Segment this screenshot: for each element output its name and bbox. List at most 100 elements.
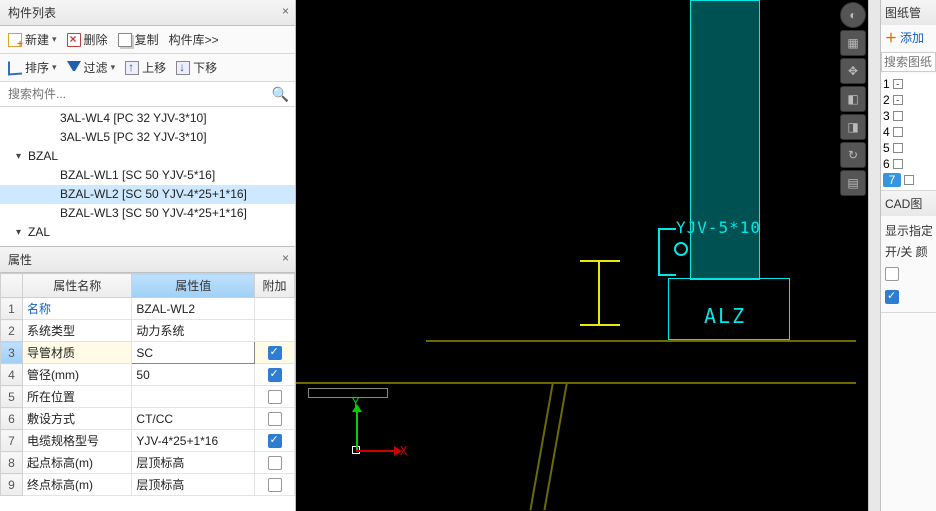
prop-extra[interactable]: [255, 430, 295, 452]
expand-icon[interactable]: [904, 175, 914, 185]
cad-diagonal: [529, 382, 554, 510]
prop-extra[interactable]: [255, 342, 295, 364]
cad-viewport[interactable]: YJV-5*10 ALZ Y X ◐ ▦ ✥ ◧ ◨ ↻ ▤: [296, 0, 868, 511]
checkbox[interactable]: [268, 390, 282, 404]
checkbox[interactable]: [268, 478, 282, 492]
property-row[interactable]: 2系统类型动力系统: [1, 320, 295, 342]
grid-icon[interactable]: ▤: [840, 170, 866, 196]
prop-extra[interactable]: [255, 386, 295, 408]
property-row[interactable]: 7电缆规格型号YJV-4*25+1*16: [1, 430, 295, 452]
search-input[interactable]: [6, 84, 272, 104]
property-row[interactable]: 9终点标高(m)层顶标高: [1, 474, 295, 496]
property-row[interactable]: 8起点标高(m)层顶标高: [1, 452, 295, 474]
drawing-tree-row[interactable]: 3: [881, 108, 936, 124]
drawing-tree[interactable]: 1 -2 -3 4 5 6 7: [881, 74, 936, 190]
plus-icon: ＋: [885, 29, 897, 46]
expand-icon[interactable]: -: [893, 79, 903, 89]
prop-extra[interactable]: [255, 452, 295, 474]
drawing-tree-row[interactable]: 4: [881, 124, 936, 140]
tree-item[interactable]: BZAL-WL3 [SC 50 YJV-4*25+1*16]: [0, 204, 295, 223]
row-number: 3: [1, 342, 23, 364]
checkbox[interactable]: [268, 456, 282, 470]
property-row[interactable]: 6敷设方式CT/CC: [1, 408, 295, 430]
axis-y-icon: [356, 410, 358, 450]
close-icon[interactable]: ×: [282, 251, 289, 265]
layer-toggle-1[interactable]: [885, 267, 899, 281]
sort-button[interactable]: 排序▾: [4, 57, 61, 78]
prop-value[interactable]: SC: [132, 342, 255, 364]
prop-value[interactable]: [132, 386, 255, 408]
tree-item[interactable]: ZAL: [0, 223, 295, 242]
add-drawing-button[interactable]: ＋添加: [881, 25, 936, 50]
property-row[interactable]: 3导管材质SC: [1, 342, 295, 364]
prop-value[interactable]: YJV-4*25+1*16: [132, 430, 255, 452]
pan-icon[interactable]: ✥: [840, 58, 866, 84]
prop-name: 系统类型: [23, 320, 132, 342]
expand-icon[interactable]: [893, 143, 903, 153]
drawing-tree-row[interactable]: 2 -: [881, 92, 936, 108]
prop-name: 名称: [23, 298, 132, 320]
prop-extra[interactable]: [255, 364, 295, 386]
prop-value[interactable]: 50: [132, 364, 255, 386]
close-icon[interactable]: ×: [282, 4, 289, 18]
rotate-icon[interactable]: ↻: [840, 142, 866, 168]
delete-button[interactable]: 删除: [63, 29, 112, 50]
viewport-scrollbar[interactable]: [868, 0, 880, 511]
drawing-tree-row[interactable]: 7: [881, 172, 936, 188]
tree-item[interactable]: 3AL-WL4 [PC 32 YJV-3*10]: [0, 109, 295, 128]
expand-icon[interactable]: -: [893, 95, 903, 105]
expand-icon[interactable]: [893, 111, 903, 121]
property-row[interactable]: 4管径(mm)50: [1, 364, 295, 386]
prop-extra[interactable]: [255, 298, 295, 320]
move-up-button[interactable]: 上移: [121, 57, 170, 78]
search-icon[interactable]: 🔍: [272, 86, 289, 103]
col-name[interactable]: 属性名称: [23, 274, 132, 298]
drawing-tree-row[interactable]: 5: [881, 140, 936, 156]
view-3d-icon[interactable]: ▦: [840, 30, 866, 56]
property-row[interactable]: 1名称BZAL-WL2: [1, 298, 295, 320]
tree-item[interactable]: 3AL-WL5 [PC 32 YJV-3*10]: [0, 128, 295, 147]
row-number: 2: [1, 320, 23, 342]
cad-platform: [308, 388, 388, 398]
prop-value[interactable]: 层顶标高: [132, 474, 255, 496]
col-extra[interactable]: 附加: [255, 274, 295, 298]
expand-icon[interactable]: [893, 159, 903, 169]
cad-hook: [658, 228, 676, 276]
expand-icon[interactable]: [893, 127, 903, 137]
drawing-search-input[interactable]: [881, 52, 936, 72]
prop-value[interactable]: BZAL-WL2: [132, 298, 255, 320]
property-title: 属性: [8, 253, 32, 267]
prop-value[interactable]: CT/CC: [132, 408, 255, 430]
row-number: 9: [1, 474, 23, 496]
prop-name: 敷设方式: [23, 408, 132, 430]
checkbox[interactable]: [268, 346, 282, 360]
cube-icon[interactable]: ◧: [840, 86, 866, 112]
prop-value[interactable]: 动力系统: [132, 320, 255, 342]
new-button[interactable]: 新建▾: [4, 29, 61, 50]
checkbox[interactable]: [268, 368, 282, 382]
library-button[interactable]: 构件库>>: [165, 29, 223, 50]
filter-button[interactable]: 过滤▾: [63, 57, 120, 78]
tree-item[interactable]: BZAL-WL2 [SC 50 YJV-4*25+1*16]: [0, 185, 295, 204]
chevron-down-icon: ▾: [52, 34, 57, 45]
drawing-tree-row[interactable]: 6: [881, 156, 936, 172]
drawing-tree-row[interactable]: 1 -: [881, 76, 936, 92]
cube2-icon[interactable]: ◨: [840, 114, 866, 140]
property-row[interactable]: 5所在位置: [1, 386, 295, 408]
move-down-button[interactable]: 下移: [172, 57, 221, 78]
property-header: 属性 ×: [0, 247, 295, 273]
col-value[interactable]: 属性值: [132, 274, 255, 298]
prop-extra[interactable]: [255, 474, 295, 496]
prop-value[interactable]: 层顶标高: [132, 452, 255, 474]
component-tree[interactable]: 3AL-WL4 [PC 32 YJV-3*10]3AL-WL5 [PC 32 Y…: [0, 107, 295, 247]
tree-item[interactable]: BZAL-WL1 [SC 50 YJV-5*16]: [0, 166, 295, 185]
prop-extra[interactable]: [255, 408, 295, 430]
checkbox[interactable]: [268, 434, 282, 448]
layer-toggle-2[interactable]: [885, 290, 899, 304]
cad-floor-bot: [296, 382, 856, 384]
orbit-icon[interactable]: ◐: [840, 2, 866, 28]
tree-item[interactable]: BZAL: [0, 147, 295, 166]
prop-extra[interactable]: [255, 320, 295, 342]
copy-button[interactable]: 复制: [114, 29, 163, 50]
checkbox[interactable]: [268, 412, 282, 426]
